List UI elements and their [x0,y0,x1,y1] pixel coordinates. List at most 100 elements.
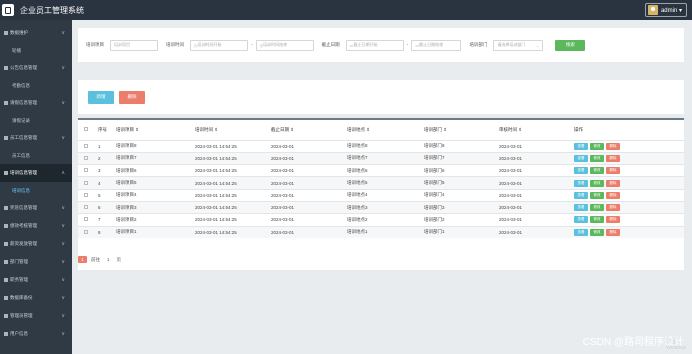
menu-icon [4,31,8,35]
row-view-button[interactable]: 查看 [574,167,588,175]
sidebar-group[interactable]: 用户信息 ∨ [0,325,72,343]
table-cell: 2024-03-01 [271,217,295,223]
row-checkbox[interactable] [84,217,88,222]
sidebar-item[interactable]: 请假记录 [0,112,72,129]
time-to-input[interactable]: ◷ 培训时间结束 [255,39,314,51]
table-cell: 2024-03-01 14:54:25 [195,143,237,149]
row-view-button[interactable]: 查看 [574,191,588,199]
row-view-button[interactable]: 查看 [574,204,588,212]
sidebar-item[interactable]: 轮播 [0,42,72,59]
pagination: 1 前往 1 页 [78,256,121,263]
sidebar-group[interactable]: 请假信息管理 ∨ [0,94,72,112]
chevron-icon: ∧ [61,170,65,176]
col-header: 操作 [574,126,583,132]
row-checkbox[interactable] [84,229,88,234]
row-checkbox[interactable] [84,180,88,185]
row-view-button[interactable]: 查看 [574,228,588,236]
chevron-icon: ∨ [61,30,65,36]
row-view-button[interactable]: 查看 [574,142,588,150]
sidebar-group[interactable]: 管理员管理 ∨ [0,307,72,325]
row-edit-button[interactable]: 修改 [590,179,604,187]
sidebar-group[interactable]: 薪资发放管理 ∨ [0,235,72,253]
sidebar-group[interactable]: 部门管理 ∨ [0,253,72,271]
sidebar-item[interactable]: 培训信息 [0,182,72,199]
sidebar-group[interactable]: 员工信息管理 ∨ [0,129,72,147]
table-cell: 2024-03-01 [499,155,523,161]
table-cell: 4 [98,180,101,186]
row-edit-button[interactable]: 修改 [590,204,604,212]
row-actions: 查看 修改 删除 [574,226,684,238]
sidebar-item[interactable]: 员工信息 [0,147,72,164]
row-delete-button[interactable]: 删除 [606,142,620,150]
table-cell: 培训项目3 [116,204,137,210]
col-header[interactable]: 培训地点 ⇕ [347,120,424,140]
row-view-button[interactable]: 查看 [574,179,588,187]
deadline-to-input[interactable]: ▭ 截止日期结束 [411,39,462,51]
row-delete-button[interactable]: 删除 [606,179,620,187]
row-actions: 查看 修改 删除 [574,152,684,164]
delete-button[interactable]: 删除 [119,90,145,104]
search-button[interactable]: 搜索 [555,39,586,51]
table-cell: 培训地点7 [347,155,368,161]
row-edit-button[interactable]: 修改 [590,154,604,162]
add-button[interactable]: 新增 [88,90,114,104]
sidebar-group[interactable]: 培训信息管理 ∧ [0,164,72,182]
table-cell: 培训地点1 [347,229,368,235]
sidebar-label: 绩效考核管理 [10,223,37,228]
sidebar-label: 数据库备份 [10,295,33,300]
select-all-checkbox[interactable] [84,127,88,132]
row-edit-button[interactable]: 修改 [590,228,604,236]
time-from-input[interactable]: ◷ 培训时间开始 [190,39,248,51]
row-view-button[interactable]: 查看 [574,216,588,224]
col-header[interactable]: 培训部门 ⇕ [424,120,499,140]
col-header[interactable]: 培训项目 ⇕ [116,120,195,140]
row-delete-button[interactable]: 删除 [606,228,620,236]
sidebar-group[interactable]: 数据库备份 ∨ [0,289,72,307]
table-cell: 2024-03-01 [271,168,295,174]
row-edit-button[interactable]: 修改 [590,191,604,199]
row-delete-button[interactable]: 删除 [606,204,620,212]
sidebar-label: 薪资发放管理 [10,241,37,246]
table-cell: 8 [98,229,101,235]
col-header[interactable]: 截止日期 ⇕ [271,120,347,140]
sidebar-item[interactable]: 考勤信息 [0,77,72,94]
row-delete-button[interactable]: 删除 [606,167,620,175]
chevron-icon: ∨ [61,205,65,211]
avatar [647,5,658,15]
row-view-button[interactable]: 查看 [574,154,588,162]
col-header[interactable]: 培训时间 ⇕ [195,120,271,140]
row-edit-button[interactable]: 修改 [590,216,604,224]
row-delete-button[interactable]: 删除 [606,216,620,224]
menu-icon [4,296,8,300]
page-input[interactable]: 1 [104,257,113,262]
page-current[interactable]: 1 [78,256,87,263]
row-delete-button[interactable]: 删除 [606,191,620,199]
col-header[interactable]: 审核时间 ⇕ [499,120,574,140]
sidebar-group[interactable]: 公告信息管理 ∨ [0,59,72,77]
row-checkbox[interactable] [84,205,88,210]
menu-icon [4,136,8,140]
user-menu-button[interactable]: admin ▾ [644,3,687,17]
sidebar-group[interactable]: 数据维护 ∨ [0,24,72,42]
table-cell: 培训部门3 [424,204,445,210]
table-cell: 培训项目1 [116,229,137,235]
row-edit-button[interactable]: 修改 [590,142,604,150]
row-delete-button[interactable]: 删除 [606,154,620,162]
table-cell: 培训项目4 [116,192,137,198]
deadline-from-input[interactable]: ▭ 截止日期开始 [345,39,404,51]
sidebar-group[interactable]: 职务管理 ∨ [0,271,72,289]
chevron-icon: ∨ [61,241,65,247]
name-input[interactable]: 培训项目 [110,39,158,51]
table-cell: 2024-03-01 14:54:25 [195,205,237,211]
app-title: 企业员工管理系统 [20,5,84,15]
sidebar-group[interactable]: 奖惩信息管理 ∨ [0,199,72,217]
row-checkbox[interactable] [84,192,88,197]
row-checkbox[interactable] [84,143,88,148]
row-checkbox[interactable] [84,168,88,173]
dept-select[interactable]: 请选择培训部门 ⌄ [493,39,544,51]
sidebar-label: 员工信息 [12,152,30,158]
row-checkbox[interactable] [84,155,88,160]
sidebar-group[interactable]: 绩效考核管理 ∨ [0,217,72,235]
chevron-icon: ∨ [61,135,65,141]
row-edit-button[interactable]: 修改 [590,167,604,175]
